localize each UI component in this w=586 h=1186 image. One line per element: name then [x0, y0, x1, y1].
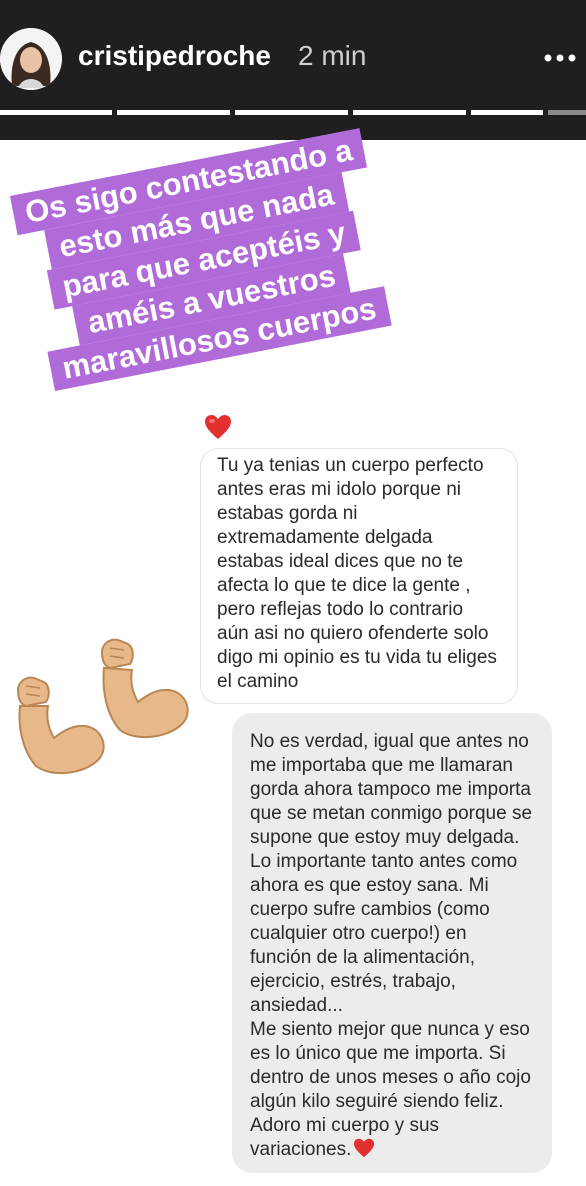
message-line: Lo importante tanto antes como	[250, 850, 540, 874]
message-line: ejercicio, estrés, trabajo,	[250, 970, 540, 994]
message-line: estabas gorda ni	[217, 502, 503, 526]
flexed-biceps-icon	[12, 634, 194, 778]
avatar[interactable]	[0, 28, 62, 90]
message-text: variaciones.	[250, 1139, 352, 1160]
message-line: ansiedad...	[250, 994, 540, 1018]
message-line: cualquier otro cuerpo!) en	[250, 922, 540, 946]
message-line: Tu ya tenias un cuerpo perfecto	[217, 454, 503, 478]
message-line: extremadamente delgada	[217, 526, 503, 550]
message-text: estabas gorda ni	[217, 503, 358, 524]
message-line: digo mi opinio es tu vida tu eliges	[217, 646, 503, 670]
message-line: pero reflejas todo lo contrario	[217, 598, 503, 622]
message-text: dentro de unos meses o año cojo	[250, 1067, 531, 1088]
message-text: estabas ideal dices que no te	[217, 551, 464, 572]
message-text: supone que estoy muy delgada.	[250, 827, 520, 848]
outgoing-message-bubble: No es verdad, igual que antes no me impor…	[232, 713, 552, 1173]
incoming-message-bubble: Tu ya tenias un cuerpo perfecto antes era…	[200, 448, 518, 704]
message-text: ahora es que estoy sana. Mi	[250, 875, 489, 896]
message-text: antes eras mi idolo porque ni	[217, 479, 461, 500]
progress-segment	[548, 110, 586, 115]
message-text: gorda ahora tampoco me importa	[250, 779, 531, 800]
message-line: gorda ahora tampoco me importa	[250, 778, 540, 802]
message-text: cualquier otro cuerpo!) en	[250, 923, 467, 944]
message-line: el camino	[217, 670, 503, 694]
message-line: supone que estoy muy delgada.	[250, 826, 540, 850]
progress-segment	[0, 110, 112, 115]
ellipsis-icon[interactable]	[540, 48, 580, 68]
message-text: No es verdad, igual que antes no	[250, 731, 529, 752]
message-text: me importaba que me llamaran	[250, 755, 513, 776]
message-line: No es verdad, igual que antes no	[250, 730, 540, 754]
message-line: es lo único que me importa. Si	[250, 1042, 540, 1066]
progress-segment	[117, 110, 230, 115]
message-text: digo mi opinio es tu vida tu eliges	[217, 647, 497, 668]
message-text: aún asi no quiero ofenderte solo	[217, 623, 489, 644]
message-text: extremadamente delgada	[217, 527, 433, 548]
message-line: que se metan conmigo porque se	[250, 802, 540, 826]
post-time: 2 min	[298, 40, 367, 71]
message-line: antes eras mi idolo porque ni	[217, 478, 503, 502]
message-line: función de la alimentación,	[250, 946, 540, 970]
message-text: que se metan conmigo porque se	[250, 803, 533, 824]
message-line: variaciones.	[250, 1138, 540, 1162]
story-progress-bar	[0, 110, 586, 115]
message-text: afecta lo que te dice la gente ,	[217, 575, 471, 596]
red-heart-icon	[204, 414, 232, 440]
message-line: estabas ideal dices que no te	[217, 550, 503, 574]
message-line: ahora es que estoy sana. Mi	[250, 874, 540, 898]
username[interactable]: cristipedroche	[78, 40, 271, 72]
message-line: afecta lo que te dice la gente ,	[217, 574, 503, 598]
message-text: pero reflejas todo lo contrario	[217, 599, 464, 620]
progress-segment	[235, 110, 348, 115]
message-text: Lo importante tanto antes como	[250, 851, 518, 872]
message-text: cuerpo sufre cambios (como	[250, 899, 490, 920]
message-line: dentro de unos meses o año cojo	[250, 1066, 540, 1090]
message-line: algún kilo seguiré siendo feliz.	[250, 1090, 540, 1114]
message-line: cuerpo sufre cambios (como	[250, 898, 540, 922]
message-line: Me siento mejor que nunca y eso	[250, 1018, 540, 1042]
message-line: me importaba que me llamaran	[250, 754, 540, 778]
message-text: Tu ya tenias un cuerpo perfecto	[217, 455, 484, 476]
message-text: Adoro mi cuerpo y sus	[250, 1115, 440, 1136]
progress-segment	[353, 110, 466, 115]
message-text: el camino	[217, 671, 299, 692]
story-header: cristipedroche 2 min	[0, 0, 586, 140]
message-text: función de la alimentación,	[250, 947, 475, 968]
message-text: ansiedad...	[250, 995, 343, 1016]
message-text: es lo único que me importa. Si	[250, 1043, 506, 1064]
message-text: algún kilo seguiré siendo feliz.	[250, 1091, 504, 1112]
message-text: ejercicio, estrés, trabajo,	[250, 971, 456, 992]
progress-segment	[471, 110, 543, 115]
message-text: Me siento mejor que nunca y eso	[250, 1019, 530, 1040]
red-heart-icon	[354, 1138, 375, 1158]
message-line: Adoro mi cuerpo y sus	[250, 1114, 540, 1138]
text-sticker: Os sigo contestando a esto más que nada pa…	[10, 127, 398, 392]
message-line: aún asi no quiero ofenderte solo	[217, 622, 503, 646]
